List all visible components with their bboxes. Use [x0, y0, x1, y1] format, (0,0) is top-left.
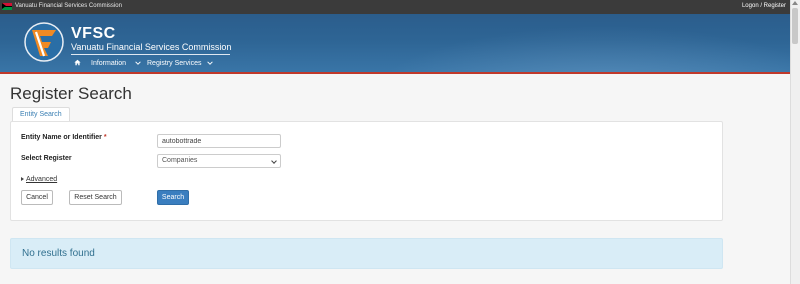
vfsc-logo — [24, 22, 64, 62]
caret-right-icon — [21, 177, 24, 181]
advanced-toggle[interactable]: Advanced — [21, 176, 57, 183]
logon-register-link[interactable]: Logon / Register — [742, 3, 786, 9]
chevron-down-icon[interactable] — [135, 60, 141, 68]
home-icon[interactable] — [74, 59, 81, 68]
select-register-label: Select Register — [21, 155, 72, 162]
cancel-button[interactable]: Cancel — [21, 190, 53, 205]
register-select-value: Companies — [162, 157, 198, 164]
banner-decoration — [330, 14, 790, 72]
entity-name-label: Entity Name or Identifier * — [21, 134, 107, 141]
nav-item-registry-services[interactable]: Registry Services — [147, 60, 201, 67]
brand-title: VFSC — [71, 25, 116, 42]
reset-search-button[interactable]: Reset Search — [69, 190, 122, 205]
required-mark: * — [103, 134, 107, 141]
scrollbar-thumb[interactable] — [792, 8, 798, 44]
brand-subtitle: Vanuatu Financial Services Commission — [71, 42, 231, 55]
search-button[interactable]: Search — [157, 190, 189, 205]
advanced-link[interactable]: Advanced — [26, 176, 57, 183]
entity-name-label-text: Entity Name or Identifier — [21, 134, 102, 141]
page-title: Register Search — [10, 84, 132, 103]
register-select[interactable]: Companies — [157, 154, 281, 168]
no-results-alert: No results found — [10, 238, 723, 269]
top-bar: Vanuatu Financial Services Commission Lo… — [0, 0, 800, 14]
chevron-down-icon — [271, 158, 277, 164]
entity-name-input[interactable] — [157, 134, 281, 148]
vanuatu-flag-icon — [2, 3, 12, 10]
site-name: Vanuatu Financial Services Commission — [15, 3, 122, 9]
nav-item-information[interactable]: Information — [91, 60, 126, 67]
tab-entity-search[interactable]: Entity Search — [12, 107, 70, 122]
search-panel — [10, 121, 723, 221]
vertical-scrollbar[interactable] — [790, 0, 800, 284]
scroll-up-arrow-icon[interactable] — [792, 1, 798, 5]
chevron-down-icon[interactable] — [207, 60, 213, 68]
